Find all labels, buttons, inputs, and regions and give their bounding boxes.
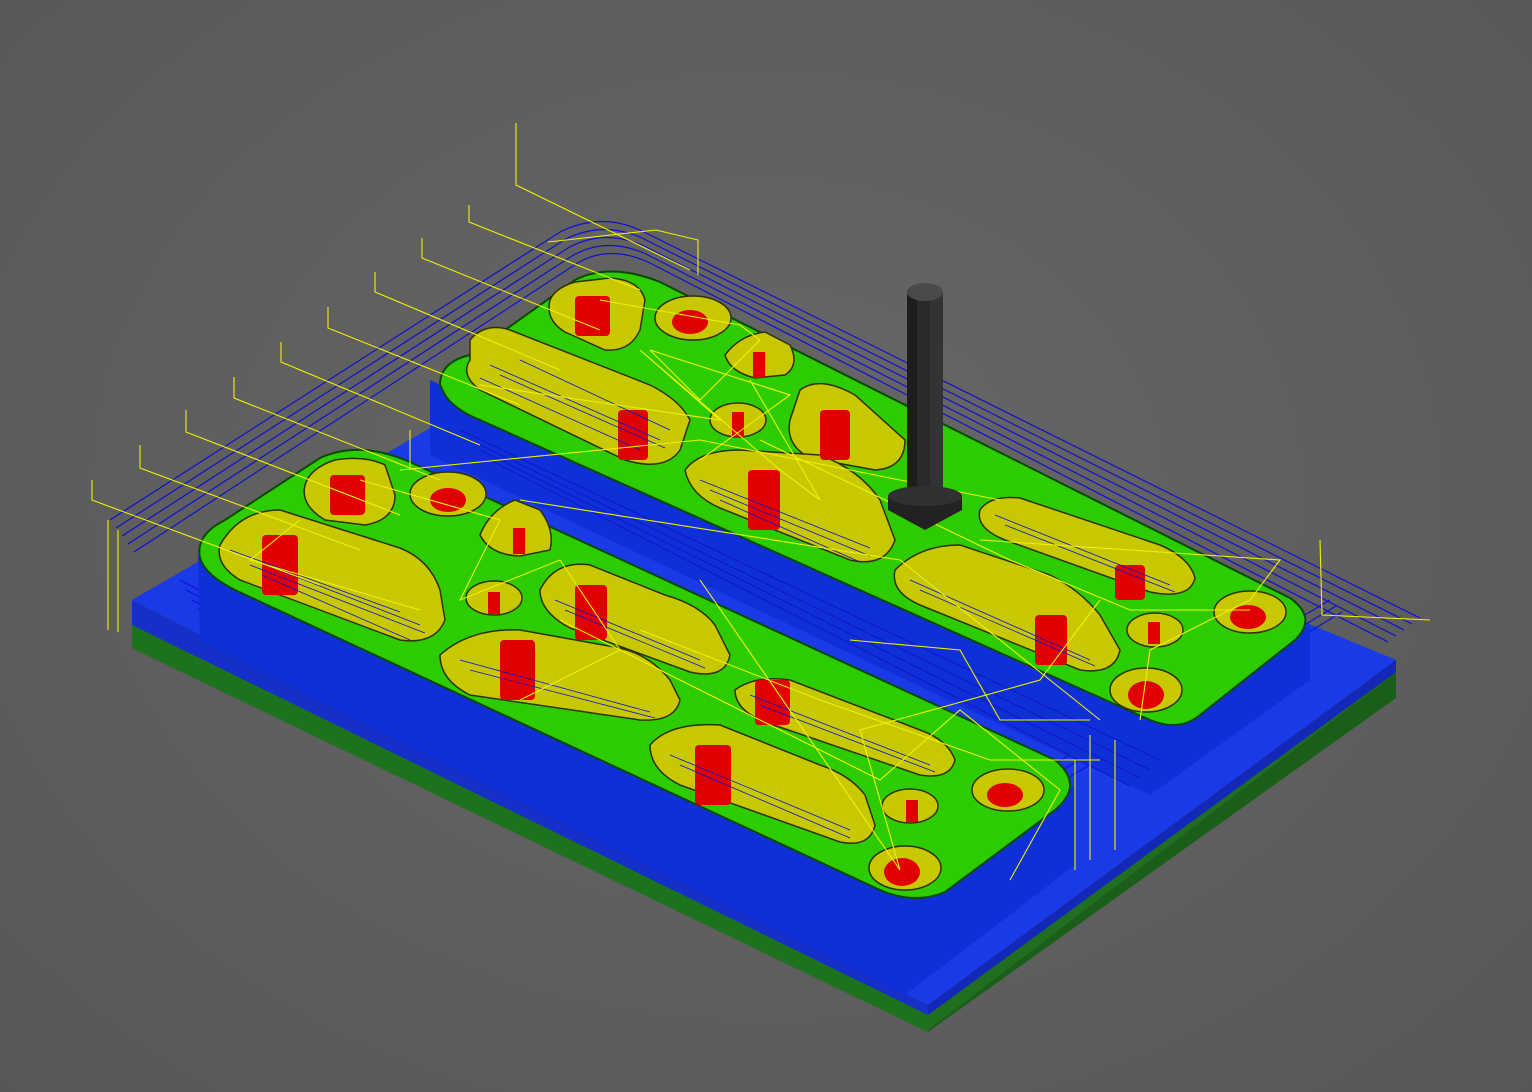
simulation-scene[interactable]: [0, 0, 1532, 1092]
cam-simulation-viewport[interactable]: [0, 0, 1532, 1092]
